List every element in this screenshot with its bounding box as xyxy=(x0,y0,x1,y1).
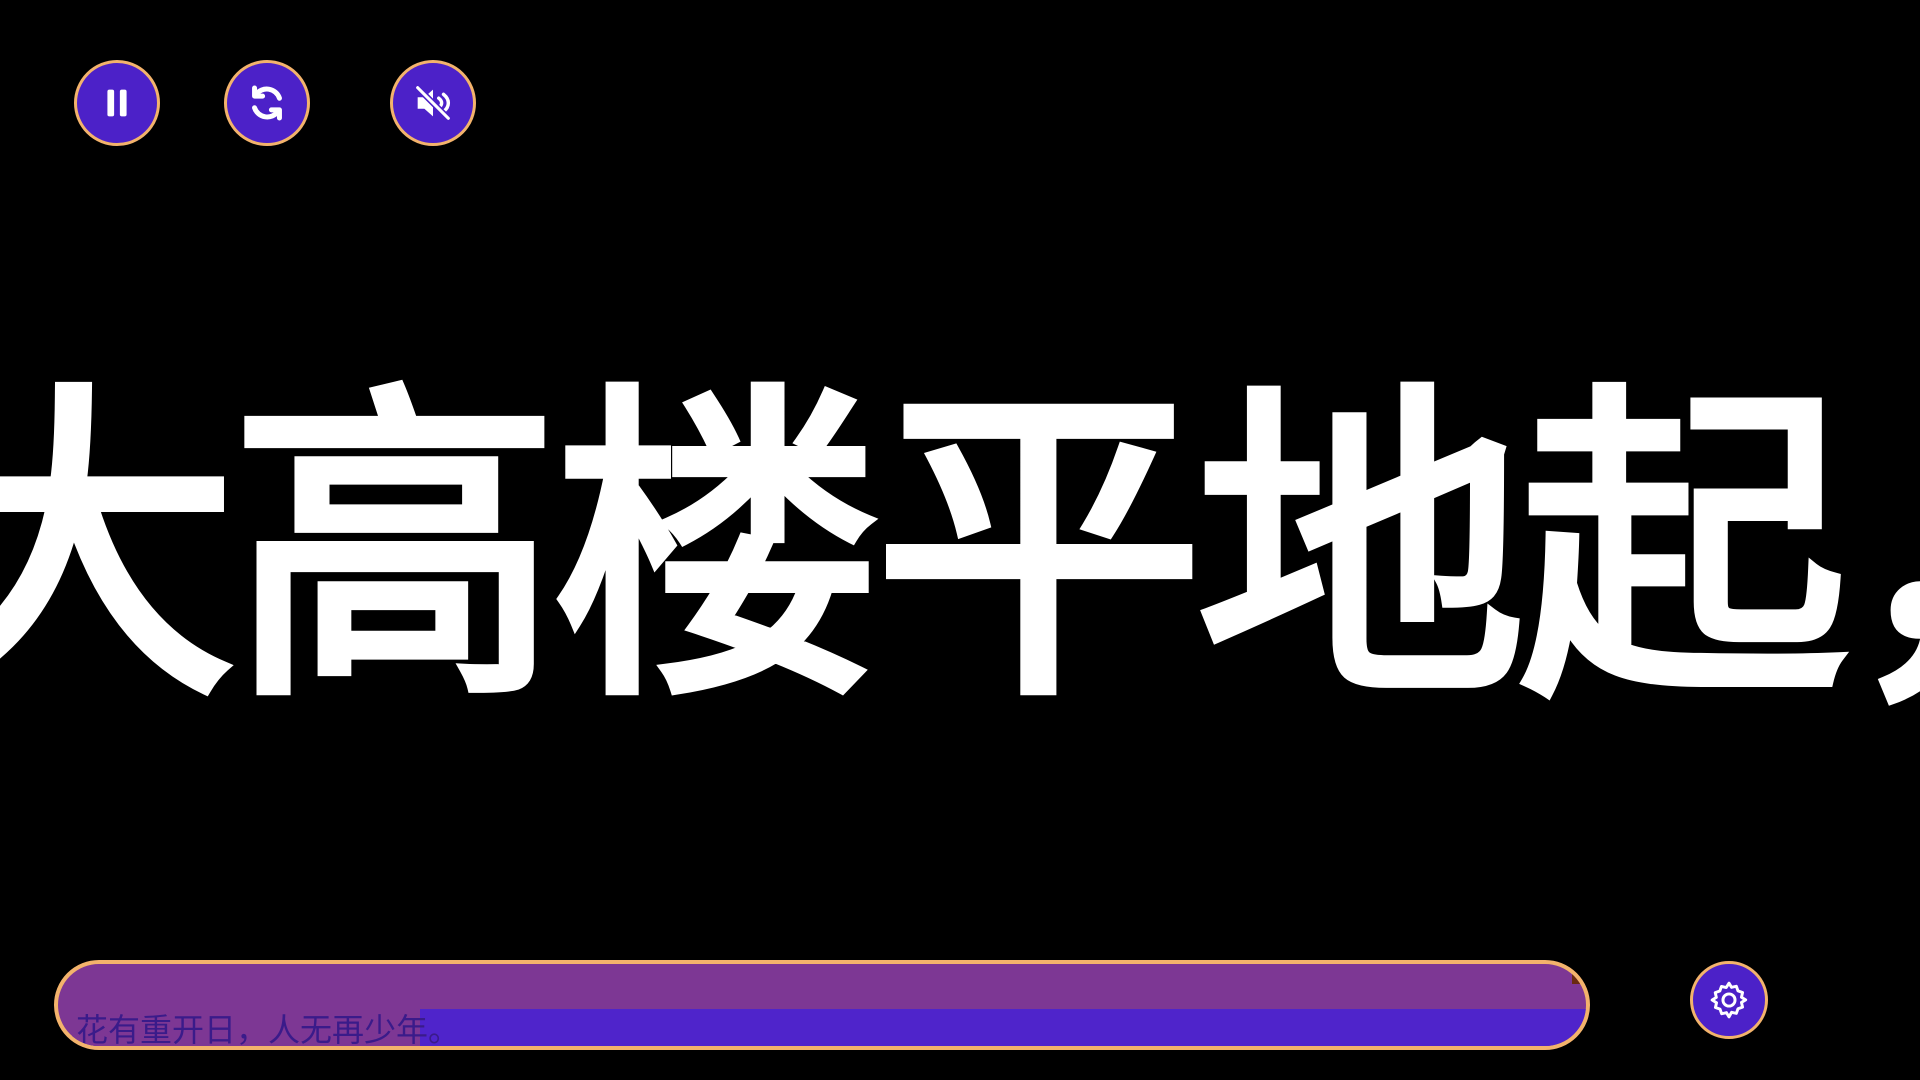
speaker-muted-icon xyxy=(414,84,452,122)
lyric-progress-bar[interactable]: 花有重开日，人无再少年。 xyxy=(54,960,1590,1050)
refresh-icon xyxy=(252,85,282,121)
gear-icon xyxy=(1710,981,1748,1019)
restart-button[interactable] xyxy=(224,60,310,146)
top-controls xyxy=(74,60,494,152)
scrolling-lyric-text: 大高楼平地起， xyxy=(0,358,1920,742)
progress-edge-accent xyxy=(1572,964,1586,984)
mute-button[interactable] xyxy=(390,60,476,146)
next-lyric-caption: 花有重开日，人无再少年。 xyxy=(76,1011,461,1049)
pause-icon xyxy=(107,89,127,117)
pause-button[interactable] xyxy=(74,60,160,146)
settings-button[interactable] xyxy=(1690,961,1768,1039)
player-stage: 大高楼平地起， 花有重开日，人无再少年。 xyxy=(0,0,1920,1080)
